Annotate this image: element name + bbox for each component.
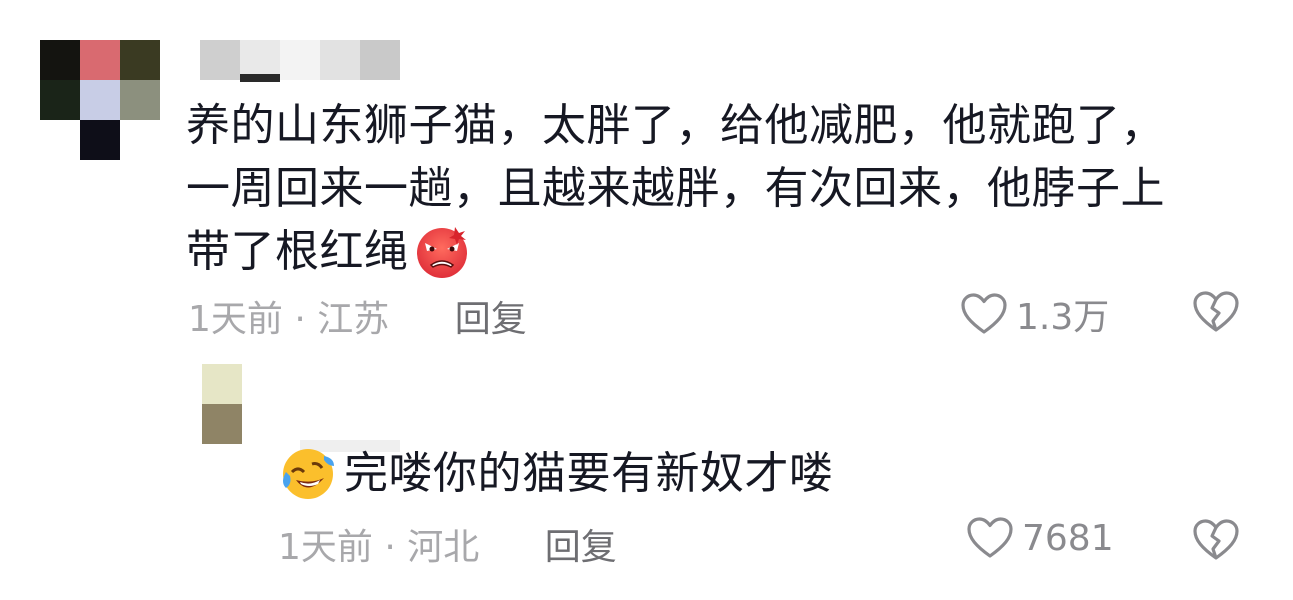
reply-body: 完喽你的猫要有新奴才喽	[278, 442, 834, 505]
meta-separator: ·	[294, 299, 306, 340]
comment-meta: 1天前 · 江苏 回复	[188, 290, 527, 342]
reply-time: 1天前	[278, 527, 373, 568]
heart-outline-icon	[967, 517, 1013, 558]
comment-location: 江苏	[317, 299, 390, 340]
dislike-button[interactable]	[1192, 290, 1240, 338]
heart-outline-icon	[961, 293, 1007, 334]
meta-separator: ·	[384, 527, 396, 568]
broken-heart-icon	[1193, 291, 1239, 332]
reply-location: 河北	[407, 527, 480, 568]
dislike-button[interactable]	[1192, 518, 1240, 566]
reply-button[interactable]: 回复	[545, 527, 617, 568]
reply-button[interactable]: 回复	[455, 299, 527, 340]
rolling-laughing-emoji-icon	[278, 442, 338, 502]
reply-meta: 1天前 · 河北 回复	[278, 518, 617, 570]
angry-face-emoji-icon	[413, 221, 471, 279]
comment-line: 养的山东狮子猫，太胖了，给他减肥，他就跑了，	[186, 100, 1165, 151]
comment-time: 1天前	[188, 299, 283, 340]
comment-line: 一周回来一趟，且越来越胖，有次回来，他脖子上	[186, 163, 1165, 214]
comment-body: 养的山东狮子猫，太胖了，给他减肥，他就跑了， 一周回来一趟，且越来越胖，有次回来…	[186, 94, 1256, 283]
like-button[interactable]: 1.3万	[960, 288, 1109, 340]
like-count: 7681	[1022, 517, 1114, 559]
commenter-username-redacted[interactable]	[200, 40, 410, 82]
replier-avatar[interactable]	[202, 364, 242, 444]
comment-line: 带了根红绳	[186, 220, 1256, 283]
reply-message: 完喽你的猫要有新奴才喽	[344, 448, 834, 499]
like-button[interactable]: 7681	[966, 516, 1114, 560]
commenter-avatar[interactable]	[40, 40, 160, 160]
broken-heart-icon	[1193, 519, 1239, 560]
comment-line-text: 带了根红绳	[186, 226, 409, 277]
like-count: 1.3万	[1016, 297, 1110, 338]
